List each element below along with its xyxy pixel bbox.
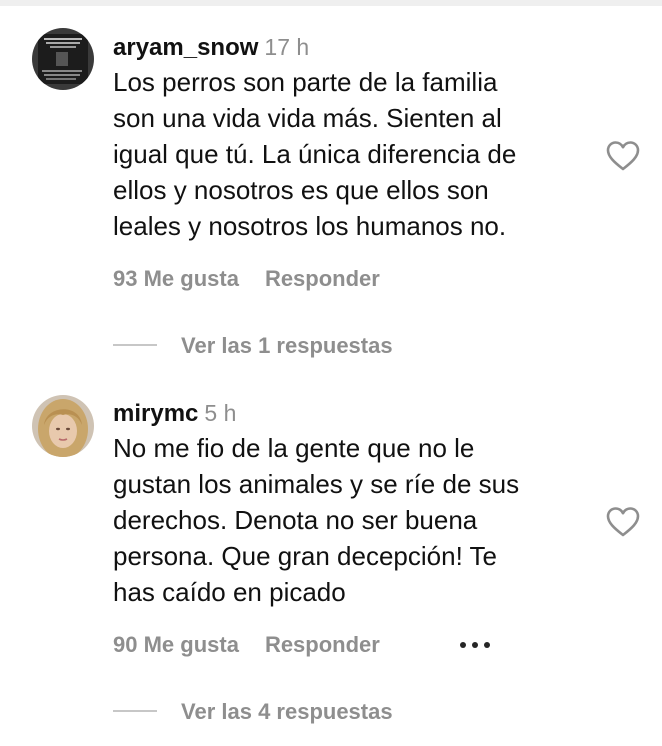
- comment-text-line: gustan los animales y se ríe de sus: [113, 469, 520, 499]
- comment-text-line: son una vida vida más. Sienten al: [113, 103, 502, 133]
- username-link[interactable]: aryam_snow: [113, 34, 258, 61]
- comment-text: No me fio de la gente que no le gustan l…: [113, 430, 583, 610]
- replies-divider-line: [113, 344, 157, 346]
- replies-divider-line: [113, 710, 157, 712]
- comment-text-line: persona. Que gran decepción! Te: [113, 541, 498, 571]
- comment-header: mirymc 5 h: [113, 400, 236, 428]
- comment-text-line: No me fio de la gente que no le: [113, 433, 475, 463]
- comment-text-line: leales y nosotros los humanos no.: [113, 211, 507, 241]
- view-replies-button[interactable]: Ver las 1 respuestas: [181, 333, 393, 359]
- comment-actions: 93 Me gusta Responder: [113, 266, 380, 292]
- view-replies-button[interactable]: Ver las 4 respuestas: [181, 699, 393, 725]
- reply-button[interactable]: Responder: [265, 266, 380, 292]
- heart-outline-icon[interactable]: [606, 140, 640, 172]
- blonde-woman-photo-avatar: [32, 395, 94, 457]
- comment-text-line: igual que tú. La única diferencia de: [113, 139, 517, 169]
- likes-count[interactable]: 90 Me gusta: [113, 632, 239, 658]
- top-divider: [0, 0, 662, 6]
- comment-header: aryam_snow 17 h: [113, 34, 309, 62]
- comment-time: 17 h: [264, 34, 310, 60]
- reply-button[interactable]: Responder: [265, 632, 380, 658]
- comment-time: 5 h: [204, 400, 237, 426]
- username-link[interactable]: mirymc: [113, 400, 198, 427]
- comment-actions: 90 Me gusta Responder: [113, 632, 380, 658]
- comment-text-line: has caído en picado: [113, 577, 346, 607]
- more-options-icon[interactable]: [458, 637, 492, 648]
- dark-screenshot-avatar: [32, 28, 94, 90]
- heart-outline-icon[interactable]: [606, 506, 640, 538]
- likes-count[interactable]: 93 Me gusta: [113, 266, 239, 292]
- user-avatar[interactable]: [32, 395, 94, 457]
- comment-text-line: Los perros son parte de la familia: [113, 67, 498, 97]
- comment-text-line: ellos y nosotros es que ellos son: [113, 175, 489, 205]
- user-avatar[interactable]: [32, 28, 94, 90]
- comment-text-line: derechos. Denota no ser buena: [113, 505, 478, 535]
- comment-text: Los perros son parte de la familia son u…: [113, 64, 583, 244]
